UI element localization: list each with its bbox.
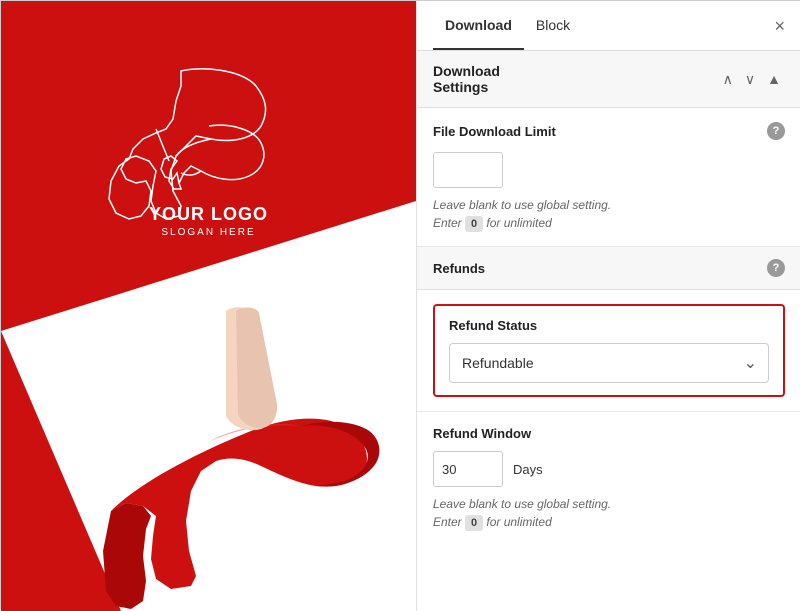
refund-status-box: Refund Status Refundable Non-Refundable … [433,304,785,397]
days-label: Days [513,462,543,477]
file-download-limit-section: File Download Limit ? Leave blank to use… [417,108,800,247]
collapse-down-button[interactable]: ∨ [741,69,759,90]
logo-shoe-icon [149,121,269,191]
logo-slogan: SLOGAN HERE [149,227,269,238]
refund-window-input-row: Days [433,451,785,487]
collapse-up-button[interactable]: ∧ [719,69,737,90]
refund-window-title: Refund Window [433,426,785,441]
refund-status-select[interactable]: Refundable Non-Refundable Use Global [449,343,769,383]
refund-status-label: Refund Status [449,318,769,333]
layout-svg [1,1,416,611]
expand-button[interactable]: ▲ [763,69,785,89]
logo-area: YOUR LOGO SLOGAN HERE [149,121,269,238]
refund-window-section: Refund Window Days Leave blank to use gl… [417,411,800,545]
left-preview-panel: YOUR LOGO SLOGAN HERE [1,1,416,611]
logo-text: YOUR LOGO [149,204,269,225]
refunds-title: Refunds [433,261,485,276]
file-download-limit-title: File Download Limit [433,124,556,139]
refund-status-select-wrapper: Refundable Non-Refundable Use Global ⌄ [449,343,769,383]
file-download-limit-input[interactable] [433,152,503,188]
download-settings-header: DownloadSettings ∧ ∨ ▲ [417,51,800,108]
tabs-bar: Download Block × [417,1,800,51]
refunds-help-icon[interactable]: ? [767,259,785,277]
refund-window-zero-badge: 0 [465,515,483,531]
tab-download[interactable]: Download [433,1,524,50]
refunds-section-header: Refunds ? [417,247,800,290]
tab-block[interactable]: Block [524,1,582,50]
refund-window-input[interactable] [433,451,503,487]
close-button[interactable]: × [774,17,785,35]
file-download-limit-hint: Leave blank to use global setting. Enter… [433,196,785,232]
file-download-limit-help-icon[interactable]: ? [767,122,785,140]
unlimited-zero-badge: 0 [465,216,483,232]
right-settings-panel: Download Block × DownloadSettings ∧ ∨ ▲ … [416,1,800,611]
file-download-limit-header: File Download Limit ? [433,122,785,140]
refund-window-hint: Leave blank to use global setting. Enter… [433,495,785,531]
download-settings-title: DownloadSettings [433,63,719,95]
